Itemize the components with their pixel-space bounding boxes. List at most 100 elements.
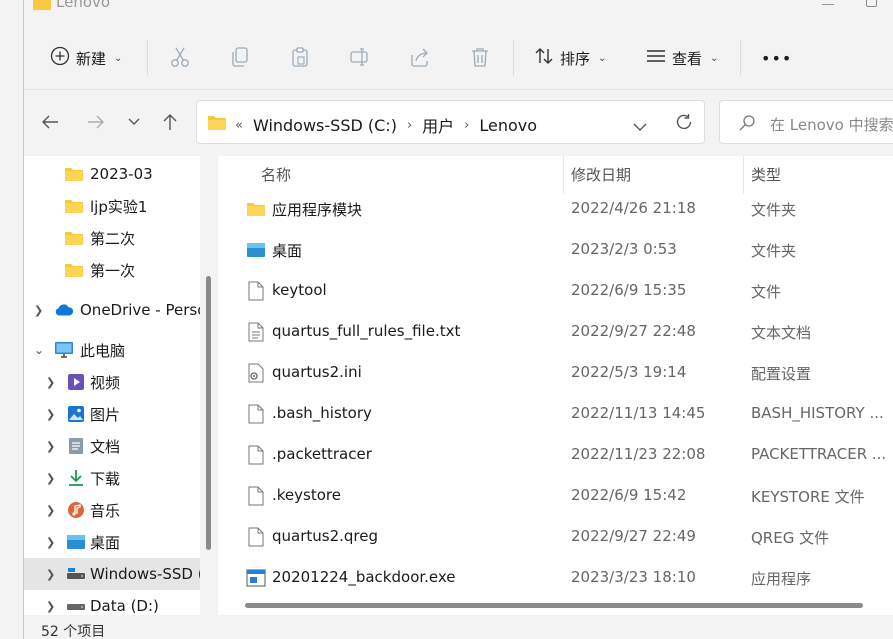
- text-file-icon: [246, 321, 266, 343]
- desktop-icon: [66, 532, 86, 552]
- file-name: quartus_full_rules_file.txt: [272, 322, 461, 340]
- chevron-down-icon[interactable]: ⌄: [34, 343, 44, 357]
- sidebar-item-data-d[interactable]: ❯ Data (D:): [24, 590, 200, 615]
- sidebar-item-label: Data (D:): [90, 597, 159, 615]
- horizontal-scrollbar-thumb[interactable]: [245, 603, 863, 608]
- view-list-icon: [646, 46, 666, 70]
- chevron-right-icon[interactable]: ❯: [46, 376, 55, 389]
- file-type: BASH_HISTORY ...: [751, 404, 884, 422]
- folder-icon: [246, 198, 266, 220]
- chevron-right-icon[interactable]: ❯: [46, 440, 55, 453]
- file-icon: [246, 485, 266, 507]
- address-dropdown-chevron-icon[interactable]: [633, 118, 647, 136]
- chevron-right-icon[interactable]: ❯: [46, 472, 55, 485]
- new-button[interactable]: 新建 ⌄: [50, 40, 122, 76]
- chevron-down-icon: ⌄: [114, 52, 123, 64]
- chevron-right-icon[interactable]: ›: [464, 118, 469, 133]
- rename-icon[interactable]: [347, 44, 373, 70]
- file-name: quartus2.qreg: [272, 527, 379, 545]
- file-date: 2022/9/27 22:48: [571, 322, 696, 340]
- search-input[interactable]: 在 Lenovo 中搜索: [719, 100, 893, 144]
- sidebar-item-pictures[interactable]: ❯ 图片: [24, 398, 200, 430]
- chevron-right-icon[interactable]: ❯: [46, 536, 55, 549]
- breadcrumb-item-lenovo[interactable]: Lenovo: [479, 116, 537, 135]
- sidebar-item-this-pc[interactable]: ⌄ 此电脑: [24, 334, 200, 366]
- drive-icon: [66, 596, 86, 615]
- exe-icon: [246, 567, 266, 589]
- view-button[interactable]: 查看 ⌄: [646, 40, 718, 76]
- address-bar[interactable]: « Windows-SSD (C:) › 用户 › Lenovo: [196, 100, 705, 144]
- overflow-chevron-icon[interactable]: «: [235, 118, 243, 133]
- file-row[interactable]: .keystore 2022/6/9 15:42 KEYSTORE 文件: [218, 476, 893, 517]
- forward-arrow-icon[interactable]: [84, 110, 108, 134]
- file-name: 20201224_backdoor.exe: [272, 568, 456, 586]
- item-count: 52 个项目: [41, 624, 106, 639]
- file-name: .bash_history: [272, 404, 372, 422]
- file-name: quartus2.ini: [272, 363, 362, 381]
- chevron-right-icon[interactable]: ❯: [46, 408, 55, 421]
- file-row[interactable]: .packettracer 2022/11/23 22:08 PACKETTRA…: [218, 435, 893, 476]
- file-icon: [246, 280, 266, 302]
- navigation-bar: « Windows-SSD (C:) › 用户 › Lenovo 在 Lenov…: [24, 90, 893, 156]
- file-row[interactable]: quartus2.qreg 2022/9/27 22:49 QREG 文件: [218, 517, 893, 558]
- window-title: Lenovo: [56, 0, 111, 11]
- search-icon: [738, 114, 756, 136]
- file-row[interactable]: quartus_full_rules_file.txt 2022/9/27 22…: [218, 312, 893, 353]
- file-icon: [246, 444, 266, 466]
- sidebar-item-first[interactable]: 第一次: [24, 254, 200, 286]
- file-type: 文本文档: [751, 324, 812, 342]
- sidebar-item-windows-ssd[interactable]: ❯ Windows-SSD (: [24, 558, 200, 590]
- sidebar-item-ljp[interactable]: ljp实验1: [24, 190, 200, 222]
- file-row[interactable]: 桌面 2023/2/3 0:53 文件夹: [218, 230, 893, 271]
- delete-icon[interactable]: [467, 44, 493, 70]
- title-bar: Lenovo: [0, 0, 893, 28]
- divider: [147, 40, 148, 76]
- config-file-icon: [246, 362, 266, 384]
- file-row[interactable]: quartus2.ini 2022/5/3 19:14 配置设置: [218, 353, 893, 394]
- refresh-icon[interactable]: [675, 113, 693, 135]
- up-arrow-icon[interactable]: [158, 110, 182, 134]
- maximize-button[interactable]: [866, 0, 877, 7]
- file-type: 文件: [751, 283, 782, 301]
- file-name: 应用程序模块: [272, 201, 363, 219]
- sidebar-scrollbar-thumb[interactable]: [206, 276, 211, 550]
- sidebar-item-label: ljp实验1: [90, 197, 148, 216]
- this-pc-icon: [54, 340, 74, 360]
- back-arrow-icon[interactable]: [38, 110, 62, 134]
- paste-icon[interactable]: [287, 44, 313, 70]
- copy-icon[interactable]: [227, 44, 253, 70]
- breadcrumb-item-users[interactable]: 用户: [422, 113, 454, 137]
- recent-locations-chevron-icon[interactable]: [122, 110, 146, 134]
- sidebar-item-label: 第一次: [90, 261, 136, 280]
- folder-icon: [32, 0, 52, 15]
- sidebar-item-label: OneDrive - Perso: [80, 301, 200, 319]
- sidebar-item-documents[interactable]: ❯ 文档: [24, 430, 200, 462]
- file-date: 2022/9/27 22:49: [571, 527, 696, 545]
- minimize-button[interactable]: [822, 4, 834, 5]
- sidebar-item-music[interactable]: ❯ 音乐: [24, 494, 200, 526]
- sidebar-item-onedrive[interactable]: ❯ OneDrive - Perso: [24, 294, 200, 326]
- chevron-right-icon[interactable]: ❯: [46, 504, 55, 517]
- file-icon: [246, 526, 266, 548]
- chevron-right-icon[interactable]: ›: [407, 118, 412, 133]
- file-row[interactable]: keytool 2022/6/9 15:35 文件: [218, 271, 893, 312]
- sidebar-item-2023-03[interactable]: 2023-03: [24, 158, 200, 190]
- cut-icon[interactable]: [167, 44, 193, 70]
- more-options-button[interactable]: •••: [761, 48, 792, 68]
- file-date: 2022/4/26 21:18: [571, 199, 696, 217]
- breadcrumb-item-drive[interactable]: Windows-SSD (C:): [253, 116, 397, 135]
- file-row[interactable]: 20201224_backdoor.exe 2023/3/23 18:10 应用…: [218, 558, 893, 599]
- sidebar-item-desktop[interactable]: ❯ 桌面: [24, 526, 200, 558]
- sort-button[interactable]: 排序 ⌄: [534, 40, 606, 76]
- chevron-right-icon[interactable]: ❯: [34, 304, 43, 317]
- chevron-right-icon[interactable]: ❯: [46, 600, 55, 613]
- share-icon[interactable]: [407, 44, 433, 70]
- sidebar-item-videos[interactable]: ❯ 视频: [24, 366, 200, 398]
- file-row[interactable]: .bash_history 2022/11/13 14:45 BASH_HIST…: [218, 394, 893, 435]
- sidebar-item-downloads[interactable]: ❯ 下载: [24, 462, 200, 494]
- sidebar-item-label: 音乐: [90, 501, 121, 520]
- file-row[interactable]: 应用程序模块 2022/4/26 21:18 文件夹: [218, 189, 893, 230]
- file-type: PACKETTRACER ...: [751, 445, 887, 463]
- chevron-right-icon[interactable]: ❯: [46, 568, 55, 581]
- sidebar-item-second[interactable]: 第二次: [24, 222, 200, 254]
